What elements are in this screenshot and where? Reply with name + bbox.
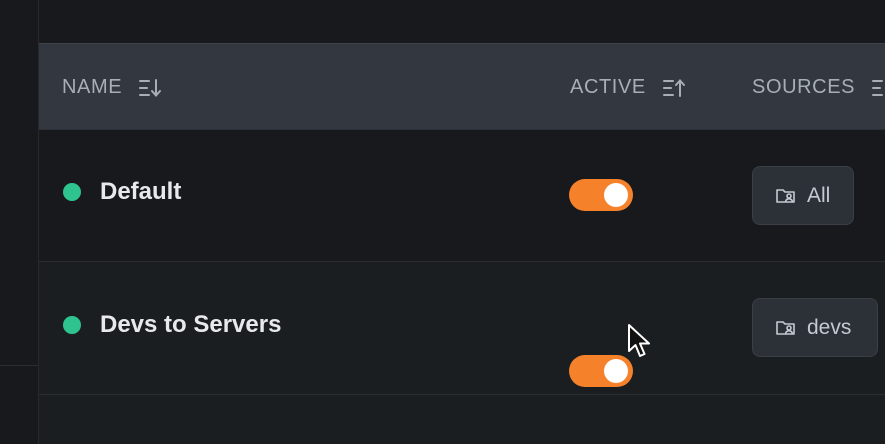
source-chip-label: All bbox=[807, 183, 831, 207]
table-row[interactable]: Default All bbox=[39, 130, 885, 262]
toggle-knob bbox=[604, 183, 628, 207]
sort-ascending-icon[interactable] bbox=[662, 78, 686, 98]
folder-user-icon bbox=[775, 186, 797, 206]
column-header-active-label: ACTIVE bbox=[570, 76, 646, 98]
toggle-knob bbox=[604, 359, 628, 383]
top-toolbar-area bbox=[39, 0, 885, 43]
left-panel bbox=[0, 0, 39, 444]
status-dot bbox=[63, 316, 81, 334]
sort-descending-icon[interactable] bbox=[138, 78, 162, 98]
table-header: NAME ACTIVE SOURCES bbox=[39, 43, 885, 130]
table-row[interactable]: Devs to Servers devs bbox=[39, 262, 885, 395]
policies-table: NAME ACTIVE SOURCES Default All Devs to … bbox=[39, 43, 885, 444]
column-header-active[interactable]: ACTIVE bbox=[570, 44, 686, 131]
row-name: Default bbox=[100, 178, 182, 205]
sort-icon[interactable] bbox=[871, 78, 885, 98]
column-header-name-label: NAME bbox=[62, 76, 123, 98]
active-toggle[interactable] bbox=[569, 179, 633, 211]
source-chip-label: devs bbox=[807, 315, 852, 339]
column-header-sources-label: SOURCES bbox=[752, 76, 856, 98]
app-window: NAME ACTIVE SOURCES Default All Devs to … bbox=[0, 0, 885, 444]
left-panel-divider bbox=[0, 365, 38, 366]
status-dot bbox=[63, 183, 81, 201]
column-header-name[interactable]: NAME bbox=[62, 44, 162, 131]
folder-user-icon bbox=[775, 318, 797, 338]
row-name: Devs to Servers bbox=[100, 311, 282, 338]
active-toggle[interactable] bbox=[569, 355, 633, 387]
column-header-sources[interactable]: SOURCES bbox=[752, 44, 885, 131]
source-chip[interactable]: All bbox=[752, 166, 854, 225]
source-chip[interactable]: devs bbox=[752, 298, 878, 357]
